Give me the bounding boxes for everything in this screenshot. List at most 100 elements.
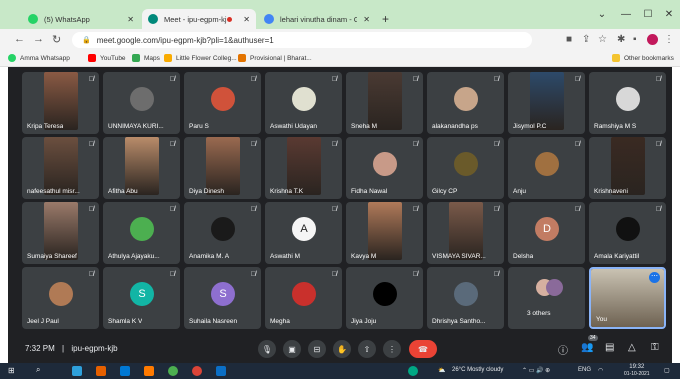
extension-icon[interactable]: ✱ bbox=[617, 34, 625, 45]
present-button[interactable]: ⇧ bbox=[358, 340, 376, 358]
mic-off-icon: 🎙̸ bbox=[88, 141, 94, 148]
windows-start-icon[interactable]: ⊞ bbox=[8, 366, 15, 375]
people-icon[interactable]: 👥 bbox=[581, 342, 593, 353]
participant-tile[interactable]: 🎙̸ Krishna T.K bbox=[265, 137, 342, 199]
url-text: meet.google.com/ipu-egpm-kjb?pli=1&authu… bbox=[96, 35, 274, 45]
address-bar[interactable]: 🔒 meet.google.com/ipu-egpm-kjb?pli=1&aut… bbox=[72, 32, 532, 48]
more-options-icon[interactable]: ⋯ bbox=[649, 272, 660, 283]
extensions-puzzle-icon[interactable]: ▪ bbox=[633, 34, 637, 45]
close-icon[interactable]: ✕ bbox=[243, 15, 250, 24]
participant-name: Megha bbox=[270, 318, 290, 325]
participant-tile[interactable]: D 🎙̸ Delsha bbox=[508, 202, 585, 264]
mic-button[interactable]: 🎙 bbox=[258, 340, 276, 358]
participant-name: Jeel J Paul bbox=[27, 318, 59, 325]
participant-tile[interactable]: 🎙̸ Athulya Ajayaku... bbox=[103, 202, 180, 264]
participant-name: Krishna T.K bbox=[270, 188, 304, 195]
close-icon[interactable]: ✕ bbox=[127, 15, 134, 24]
bookmark-item[interactable]: Little Flower Colleg... bbox=[164, 54, 237, 62]
chrome-profile-icon[interactable] bbox=[192, 366, 202, 376]
participant-tile[interactable]: 🎙̸ Gilcy CP bbox=[427, 137, 504, 199]
participant-tile[interactable]: 🎙̸ Kavya M bbox=[346, 202, 423, 264]
participant-tile[interactable]: 🎙̸ Anju bbox=[508, 137, 585, 199]
maximize-button[interactable]: ☐ bbox=[638, 9, 658, 20]
bookmark-item[interactable]: Provisional | Bharat... bbox=[238, 54, 312, 62]
profile-avatar[interactable] bbox=[647, 34, 658, 45]
window-close-button[interactable]: ✕ bbox=[659, 9, 679, 20]
participant-tile[interactable]: 🎙̸ Jeel J Paul bbox=[22, 267, 99, 329]
mic-off-icon: 🎙̸ bbox=[169, 206, 175, 213]
tab-whatsapp[interactable]: (5) WhatsApp ✕ bbox=[22, 9, 140, 29]
participant-video bbox=[44, 72, 78, 130]
search-icon[interactable]: ⌕ bbox=[36, 365, 40, 375]
more-options-button[interactable]: ⋮ bbox=[383, 340, 401, 358]
participant-tile[interactable]: 🎙̸ Jiya Joju bbox=[346, 267, 423, 329]
participant-tile[interactable]: 🎙̸ Amala Kariyattil bbox=[589, 202, 666, 264]
participant-tile[interactable]: A 🎙̸ Aswathi M bbox=[265, 202, 342, 264]
camera-indicator-icon[interactable]: ■ bbox=[566, 34, 572, 45]
participant-tile[interactable]: 🎙̸ Sumaiya Shareef bbox=[22, 202, 99, 264]
mail-icon[interactable] bbox=[120, 366, 130, 376]
participant-tile[interactable]: 3 others bbox=[508, 267, 585, 329]
microphone-icon: 🎙 bbox=[261, 344, 273, 354]
whatsapp-icon[interactable] bbox=[408, 366, 418, 376]
other-bookmarks[interactable]: Other bookmarks bbox=[612, 54, 674, 62]
app-icon[interactable] bbox=[216, 366, 226, 376]
chrome-icon[interactable] bbox=[168, 366, 178, 376]
clock[interactable]: 19:32 01-10-2021 bbox=[624, 364, 650, 378]
tray-icons[interactable]: ⌃ ▭ 🔊 ⊕ bbox=[522, 367, 550, 374]
camera-button[interactable]: ▣ bbox=[283, 340, 301, 358]
participant-tile[interactable]: S 🎙̸ Shamla K V bbox=[103, 267, 180, 329]
notifications-icon[interactable]: ▢ bbox=[664, 367, 670, 374]
participant-tile[interactable]: 🎙̸ Fidha Nawal bbox=[346, 137, 423, 199]
host-controls-icon[interactable]: ⚿ bbox=[651, 342, 659, 353]
participant-tile[interactable]: S 🎙̸ Suhaila Nasreen bbox=[184, 267, 261, 329]
participant-tile[interactable]: 🎙̸ Diya Dinesh bbox=[184, 137, 261, 199]
avatar: S bbox=[211, 282, 235, 306]
captions-button[interactable]: ⊟ bbox=[308, 340, 326, 358]
recording-dot-icon bbox=[227, 16, 233, 22]
participant-tile[interactable]: 🎙̸ nafeesathul misr... bbox=[22, 137, 99, 199]
participant-tile[interactable]: 🎙̸ Paru S bbox=[184, 72, 261, 134]
wifi-icon[interactable]: ◠ bbox=[598, 367, 603, 374]
participant-tile[interactable]: 🎙̸ Krishnaveni bbox=[589, 137, 666, 199]
forward-icon[interactable]: → bbox=[33, 33, 44, 45]
tab-google-search[interactable]: lehari vinutha dinam - Google Se ✕ bbox=[258, 9, 376, 29]
participant-tile[interactable]: ⋯ You bbox=[589, 267, 666, 329]
participant-tile[interactable]: 🎙̸ UNNIMAYA KURI... bbox=[103, 72, 180, 134]
bookmark-item[interactable]: Maps bbox=[132, 54, 160, 62]
media-icon[interactable] bbox=[144, 366, 154, 376]
share-icon[interactable]: ⇪ bbox=[582, 34, 590, 45]
edge-icon[interactable] bbox=[72, 366, 82, 376]
browser-toolbar: ← → ↻ 🔒 meet.google.com/ipu-egpm-kjb?pli… bbox=[0, 29, 680, 51]
participant-tile[interactable]: 🎙̸ Kripa Teresa bbox=[22, 72, 99, 134]
menu-icon[interactable]: ⋮ bbox=[664, 34, 674, 45]
tab-meet[interactable]: Meet - ipu-egpm-kjb ✕ bbox=[142, 9, 256, 29]
participant-tile[interactable]: 🎙̸ VISMAYA SIVAR... bbox=[427, 202, 504, 264]
bookmark-item[interactable]: Amma Whatsapp bbox=[8, 54, 70, 62]
chat-icon[interactable]: ▤ bbox=[605, 342, 614, 353]
weather-text[interactable]: 26°C Mostly cloudy bbox=[452, 367, 503, 373]
participant-tile[interactable]: 🎙̸ Aswathi Udayan bbox=[265, 72, 342, 134]
participant-tile[interactable]: 🎙̸ Megha bbox=[265, 267, 342, 329]
participant-tile[interactable]: 🎙̸ Dhrishya Santho... bbox=[427, 267, 504, 329]
reload-icon[interactable]: ↻ bbox=[52, 33, 61, 46]
participant-tile[interactable]: 🎙̸ Anamika M. A bbox=[184, 202, 261, 264]
back-icon[interactable]: ← bbox=[14, 33, 25, 45]
raise-hand-button[interactable]: ✋ bbox=[333, 340, 351, 358]
participant-tile[interactable]: 🎙̸ Ramshiya M S bbox=[589, 72, 666, 134]
participant-tile[interactable]: 🎙̸ alakanandha ps bbox=[427, 72, 504, 134]
info-icon[interactable]: ⓘ bbox=[558, 342, 568, 357]
activities-icon[interactable]: △ bbox=[628, 342, 636, 353]
language-indicator[interactable]: ENG bbox=[578, 367, 591, 373]
participant-tile[interactable]: 🎙̸ Jisymol P.C bbox=[508, 72, 585, 134]
bookmark-star-icon[interactable]: ☆ bbox=[598, 34, 607, 45]
new-tab-button[interactable]: + bbox=[382, 12, 389, 26]
tab-search-icon[interactable]: ⌄ bbox=[592, 9, 612, 20]
leave-call-button[interactable]: ☎ bbox=[409, 340, 437, 358]
close-icon[interactable]: ✕ bbox=[363, 15, 370, 24]
bookmark-item[interactable]: YouTube bbox=[88, 54, 126, 62]
participant-tile[interactable]: 🎙̸ Afitha Abu bbox=[103, 137, 180, 199]
minimize-button[interactable]: — bbox=[616, 9, 636, 20]
firefox-icon[interactable] bbox=[96, 366, 106, 376]
participant-tile[interactable]: 🎙̸ Sneha M bbox=[346, 72, 423, 134]
